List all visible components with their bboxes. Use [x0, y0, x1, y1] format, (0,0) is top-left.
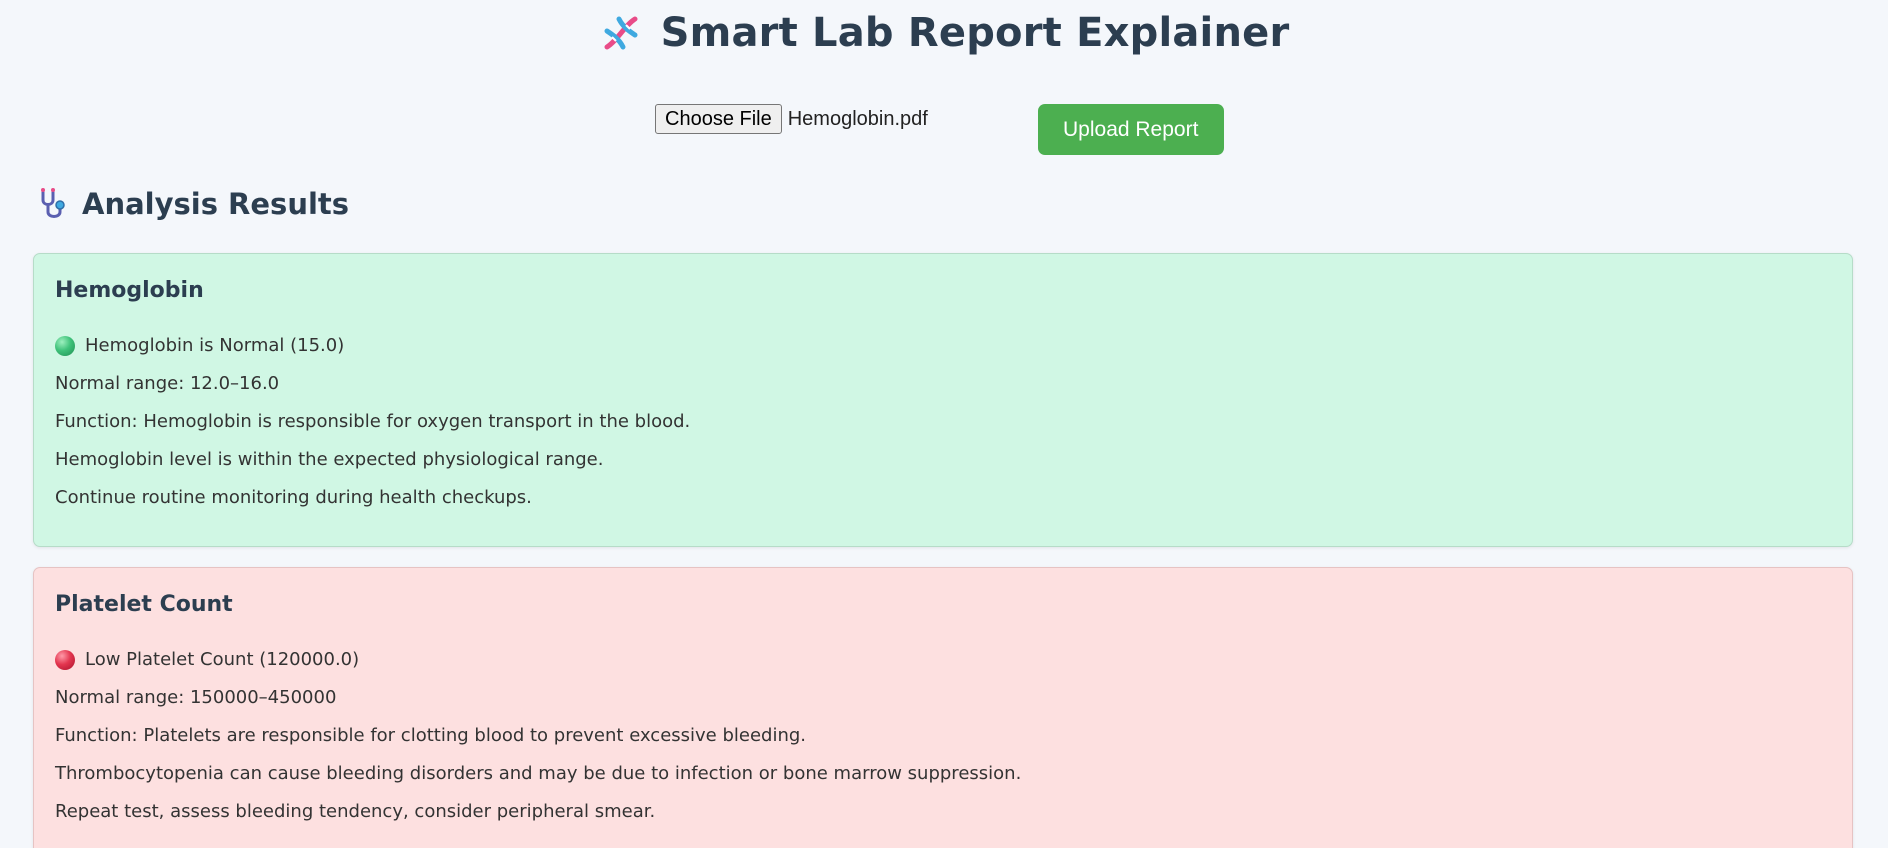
- page: Smart Lab Report Explainer Choose File H…: [0, 0, 1888, 848]
- dna-icon: [599, 11, 643, 55]
- results-heading: Analysis Results: [36, 186, 349, 222]
- recommendation-text: Continue routine monitoring during healt…: [55, 487, 532, 508]
- card-title: Platelet Count: [55, 592, 233, 617]
- choose-file-button[interactable]: Choose File: [655, 104, 782, 134]
- result-card-hemoglobin: Hemoglobin Hemoglobin is Normal (15.0) N…: [33, 253, 1853, 547]
- stethoscope-icon: [36, 186, 72, 222]
- page-title: Smart Lab Report Explainer: [660, 10, 1290, 56]
- function-text: Function: Hemoglobin is responsible for …: [55, 411, 691, 432]
- file-input[interactable]: Choose File Hemoglobin.pdf: [655, 104, 1038, 134]
- recommendation-text: Repeat test, assess bleeding tendency, c…: [55, 801, 656, 822]
- status-line: Hemoglobin is Normal (15.0): [55, 334, 1831, 372]
- explanation-text: Hemoglobin level is within the expected …: [55, 449, 604, 470]
- normal-range: Normal range: 12.0–16.0: [55, 373, 280, 394]
- results-heading-text: Analysis Results: [82, 187, 350, 221]
- card-title: Hemoglobin: [55, 278, 204, 303]
- status-text: Hemoglobin is Normal (15.0): [85, 335, 345, 356]
- green-circle-icon: [55, 336, 75, 356]
- function-text: Function: Platelets are responsible for …: [55, 725, 807, 746]
- upload-report-button[interactable]: Upload Report: [1037, 104, 1224, 155]
- result-card-platelet-count: Platelet Count Low Platelet Count (12000…: [33, 567, 1853, 848]
- page-header: Smart Lab Report Explainer: [0, 10, 1888, 56]
- selected-file-name: Hemoglobin.pdf: [787, 108, 928, 130]
- status-text: Low Platelet Count (120000.0): [85, 649, 360, 670]
- normal-range: Normal range: 150000–450000: [55, 687, 337, 708]
- red-circle-icon: [55, 650, 75, 670]
- status-line: Low Platelet Count (120000.0): [55, 648, 1831, 686]
- upload-form: Choose File Hemoglobin.pdf Upload Report: [655, 104, 1224, 155]
- explanation-text: Thrombocytopenia can cause bleeding diso…: [55, 763, 1022, 784]
